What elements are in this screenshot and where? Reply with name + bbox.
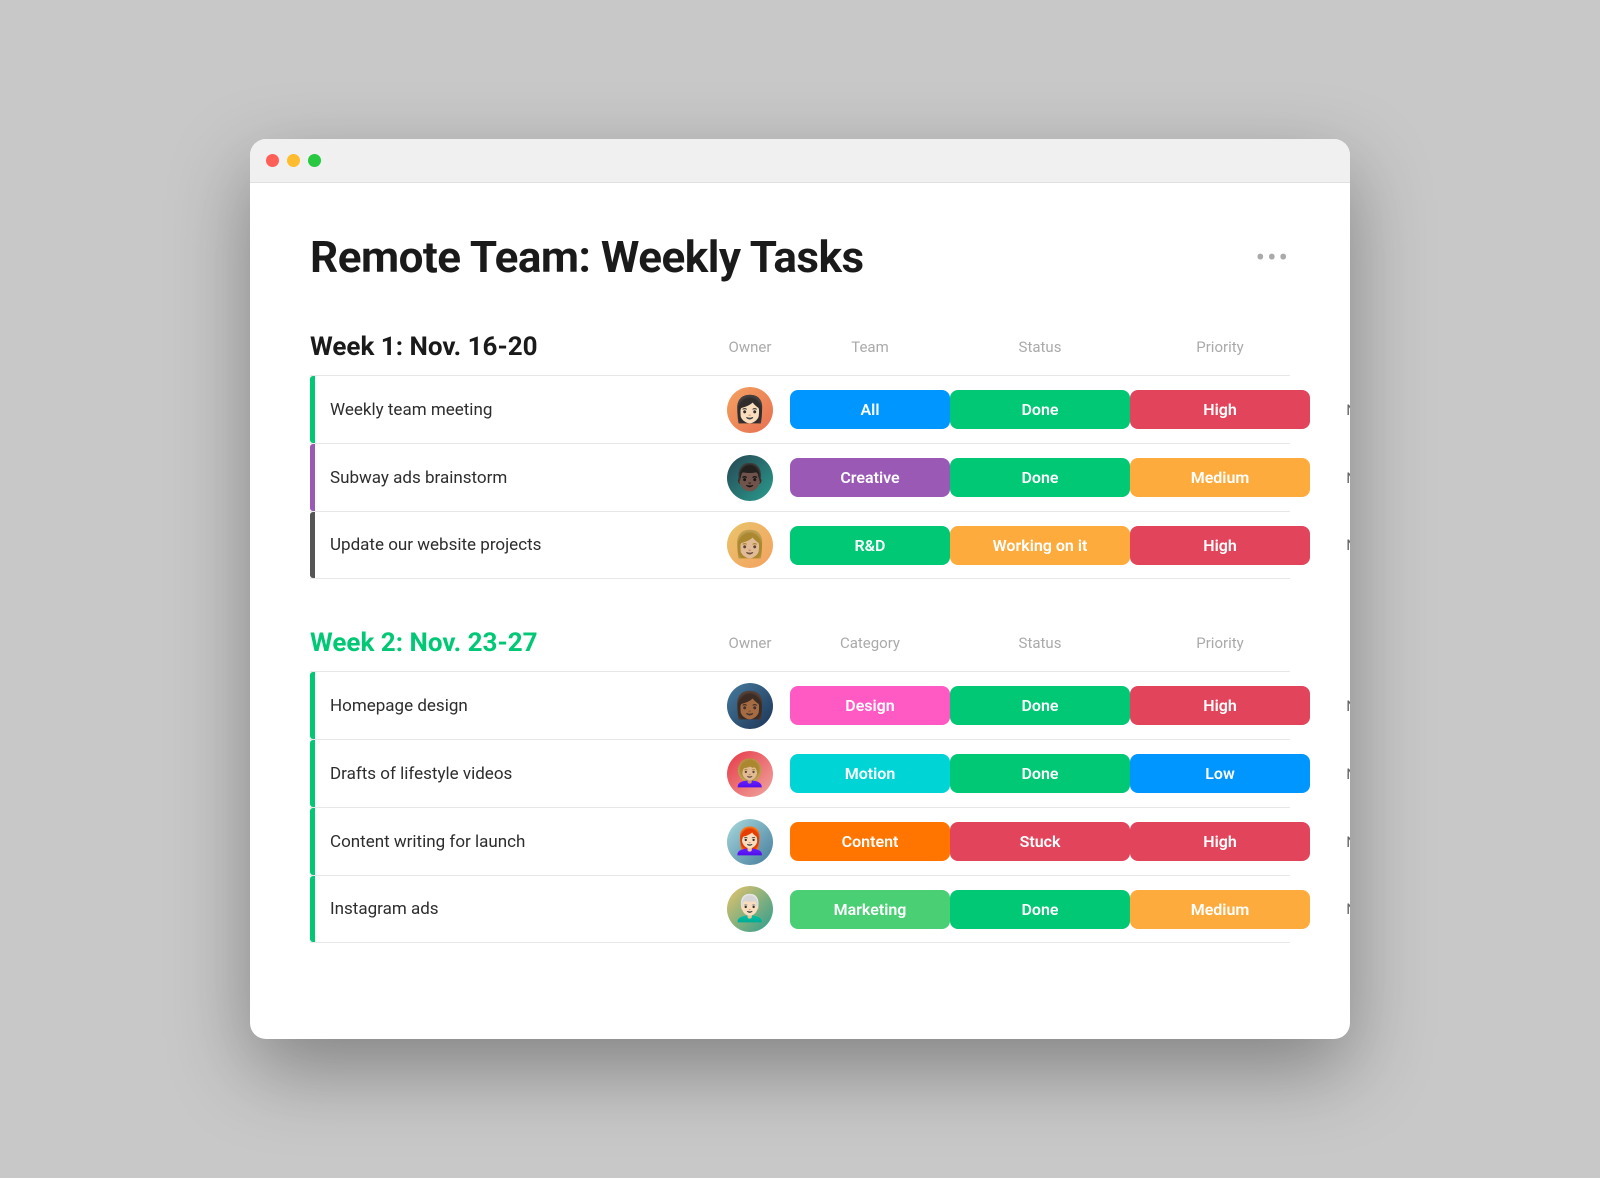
col-header-due: Due date xyxy=(1310,634,1350,652)
week1-column-headers: Owner Team Status Priority Due Date xyxy=(650,338,1350,356)
avatar: 👩🏾 xyxy=(710,683,790,729)
avatar-circle: 👨🏿 xyxy=(727,455,773,501)
due-date: Nov 19, 2020 xyxy=(1310,401,1350,419)
more-options-icon[interactable]: ••• xyxy=(1256,241,1290,274)
table-row: Content writing for launch 👩🏻‍🦰 Content … xyxy=(310,807,1290,875)
due-date: Nov 24, 2020 xyxy=(1310,697,1350,715)
task-name: Weekly team meeting xyxy=(310,400,650,420)
avatar-circle: 👩🏻 xyxy=(727,387,773,433)
task-name: Drafts of lifestyle videos xyxy=(310,764,650,784)
avatar: 👩🏼 xyxy=(710,522,790,568)
priority-badge[interactable]: Medium xyxy=(1130,890,1310,929)
col-header-status: Status xyxy=(950,634,1130,652)
row-accent xyxy=(310,740,315,807)
priority-badge[interactable]: High xyxy=(1130,822,1310,861)
table-row: Update our website projects 👩🏼 R&D Worki… xyxy=(310,511,1290,579)
team-badge[interactable]: Creative xyxy=(790,458,950,497)
col-header-owner: Owner xyxy=(710,634,790,652)
row-accent xyxy=(310,808,315,875)
due-date: Nov 27, 2020 xyxy=(1310,833,1350,851)
status-badge[interactable]: Done xyxy=(950,686,1130,725)
due-date: Nov 20, 2020 xyxy=(1310,469,1350,487)
minimize-button[interactable] xyxy=(287,154,300,167)
due-date: Nov 18, 2020 xyxy=(1310,536,1350,554)
col-header-team: Team xyxy=(790,338,950,356)
col-header-owner: Owner xyxy=(710,338,790,356)
status-badge[interactable]: Done xyxy=(950,458,1130,497)
task-name: Instagram ads xyxy=(310,899,650,919)
task-cols: 👨🏻‍🦳 Marketing Done Medium Nov 26, 2020 xyxy=(650,886,1350,932)
close-button[interactable] xyxy=(266,154,279,167)
col-header-priority: Priority xyxy=(1130,338,1310,356)
task-cols: 👩🏾 Design Done High Nov 24, 2020 xyxy=(650,683,1350,729)
avatar: 👨🏻‍🦳 xyxy=(710,886,790,932)
task-cols: 👩🏼‍🦱 Motion Done Low Nov 26, 2020 xyxy=(650,751,1350,797)
priority-badge[interactable]: High xyxy=(1130,526,1310,565)
due-date: Nov 26, 2020 xyxy=(1310,900,1350,918)
avatar: 👩🏻 xyxy=(710,387,790,433)
task-name: Subway ads brainstorm xyxy=(310,468,650,488)
week2-section: Week 2: Nov. 23-27 Owner Category Status… xyxy=(310,627,1290,943)
status-badge[interactable]: Done xyxy=(950,890,1130,929)
priority-badge[interactable]: Low xyxy=(1130,754,1310,793)
avatar-circle: 👩🏼‍🦱 xyxy=(727,751,773,797)
table-row: Subway ads brainstorm 👨🏿 Creative Done M… xyxy=(310,443,1290,511)
category-badge[interactable]: Motion xyxy=(790,754,950,793)
table-row: Homepage design 👩🏾 Design Done High Nov … xyxy=(310,671,1290,739)
task-name: Homepage design xyxy=(310,696,650,716)
task-name: Update our website projects xyxy=(310,535,650,555)
table-row: Drafts of lifestyle videos 👩🏼‍🦱 Motion D… xyxy=(310,739,1290,807)
fullscreen-button[interactable] xyxy=(308,154,321,167)
priority-badge[interactable]: High xyxy=(1130,390,1310,429)
task-name: Content writing for launch xyxy=(310,832,650,852)
traffic-lights xyxy=(266,154,321,167)
page-header: Remote Team: Weekly Tasks ••• xyxy=(310,231,1290,283)
category-badge[interactable]: Design xyxy=(790,686,950,725)
row-accent xyxy=(310,512,315,578)
avatar-circle: 👨🏻‍🦳 xyxy=(727,886,773,932)
team-badge[interactable]: All xyxy=(790,390,950,429)
week1-title: Week 1: Nov. 16-20 xyxy=(310,332,650,362)
titlebar xyxy=(250,139,1350,183)
col-header-priority: Priority xyxy=(1130,634,1310,652)
row-accent xyxy=(310,444,315,511)
week2-column-headers: Owner Category Status Priority Due date xyxy=(650,634,1350,652)
row-accent xyxy=(310,376,315,443)
col-header-due: Due Date xyxy=(1310,338,1350,356)
col-header-status: Status xyxy=(950,338,1130,356)
table-row: Weekly team meeting 👩🏻 All Done High Nov… xyxy=(310,375,1290,443)
row-accent xyxy=(310,876,315,942)
task-cols: 👩🏻‍🦰 Content Stuck High Nov 27, 2020 xyxy=(650,819,1350,865)
category-badge[interactable]: Marketing xyxy=(790,890,950,929)
app-window: Remote Team: Weekly Tasks ••• Week 1: No… xyxy=(250,139,1350,1039)
week2-header-row: Week 2: Nov. 23-27 Owner Category Status… xyxy=(310,627,1290,659)
row-accent xyxy=(310,672,315,739)
task-cols: 👨🏿 Creative Done Medium Nov 20, 2020 xyxy=(650,455,1350,501)
task-cols: 👩🏼 R&D Working on it High Nov 18, 2020 xyxy=(650,522,1350,568)
week1-header-row: Week 1: Nov. 16-20 Owner Team Status Pri… xyxy=(310,331,1290,363)
priority-badge[interactable]: High xyxy=(1130,686,1310,725)
priority-badge[interactable]: Medium xyxy=(1130,458,1310,497)
task-cols: 👩🏻 All Done High Nov 19, 2020 xyxy=(650,387,1350,433)
status-badge[interactable]: Done xyxy=(950,390,1130,429)
week1-section: Week 1: Nov. 16-20 Owner Team Status Pri… xyxy=(310,331,1290,579)
status-badge[interactable]: Stuck xyxy=(950,822,1130,861)
avatar: 👨🏿 xyxy=(710,455,790,501)
col-header-category: Category xyxy=(790,634,950,652)
main-content: Remote Team: Weekly Tasks ••• Week 1: No… xyxy=(250,183,1350,1039)
page-title: Remote Team: Weekly Tasks xyxy=(310,231,864,283)
avatar: 👩🏼‍🦱 xyxy=(710,751,790,797)
avatar-circle: 👩🏼 xyxy=(727,522,773,568)
team-badge[interactable]: R&D xyxy=(790,526,950,565)
category-badge[interactable]: Content xyxy=(790,822,950,861)
status-badge[interactable]: Done xyxy=(950,754,1130,793)
avatar-circle: 👩🏾 xyxy=(727,683,773,729)
status-badge[interactable]: Working on it xyxy=(950,526,1130,565)
table-row: Instagram ads 👨🏻‍🦳 Marketing Done Medium… xyxy=(310,875,1290,943)
avatar-circle: 👩🏻‍🦰 xyxy=(727,819,773,865)
week2-title: Week 2: Nov. 23-27 xyxy=(310,628,650,658)
due-date: Nov 26, 2020 xyxy=(1310,765,1350,783)
avatar: 👩🏻‍🦰 xyxy=(710,819,790,865)
